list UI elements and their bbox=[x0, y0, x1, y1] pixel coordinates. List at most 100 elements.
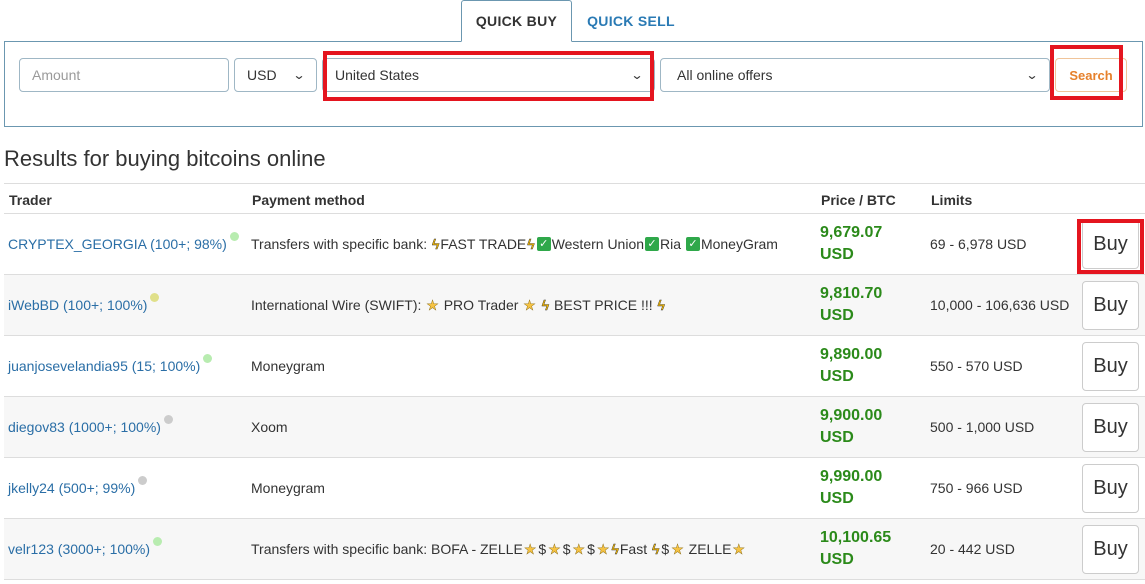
price-currency: USD bbox=[820, 368, 854, 385]
price-value: 9,890.00 bbox=[820, 346, 883, 363]
payment-method-text: Xoom bbox=[251, 419, 288, 435]
trade-tabs: QUICK BUY QUICK SELL bbox=[0, 0, 1145, 42]
chevron-down-icon: ⌄ bbox=[1025, 68, 1039, 82]
lightning-icon: ϟ bbox=[432, 236, 440, 252]
table-row: velr123 (3000+; 100%) Transfers with spec… bbox=[4, 519, 1145, 580]
limits-cell: 20 - 442 USD bbox=[930, 541, 1015, 557]
search-panel: Amount USD ⌄ United States ⌄ All online … bbox=[4, 41, 1143, 127]
star-icon: ★ bbox=[548, 540, 561, 557]
limits-cell: 550 - 570 USD bbox=[930, 358, 1023, 374]
price-currency: USD bbox=[820, 307, 854, 324]
country-select[interactable]: United States ⌄ bbox=[322, 58, 655, 92]
trader-cell: CRYPTEX_GEORGIA (100+; 98%) bbox=[8, 214, 239, 274]
buy-button[interactable]: Buy bbox=[1082, 220, 1139, 269]
payment-method-cell: Transfers with specific bank: BOFA - ZEL… bbox=[251, 519, 746, 579]
payment-method-text: PRO Trader bbox=[439, 297, 523, 313]
star-icon: ★ bbox=[572, 540, 586, 557]
lightning-icon: ϟ bbox=[611, 541, 619, 557]
limits-cell: 10,000 - 106,636 USD bbox=[930, 297, 1070, 313]
payment-method-cell: Xoom bbox=[251, 397, 288, 457]
table-body: CRYPTEX_GEORGIA (100+; 98%) Transfers wit… bbox=[4, 214, 1145, 580]
buy-button[interactable]: Buy bbox=[1082, 403, 1139, 452]
chevron-down-icon: ⌄ bbox=[292, 68, 306, 82]
payment-method-text: MoneyGram bbox=[700, 236, 778, 252]
price-cell: 9,810.70 USD bbox=[820, 275, 882, 335]
star-icon: ★ bbox=[523, 296, 536, 313]
payment-method-text: Fast bbox=[619, 541, 651, 557]
trader-cell: diegov83 (1000+; 100%) bbox=[8, 397, 173, 457]
payment-method-text: FAST TRADE bbox=[440, 236, 527, 252]
payment-method-text: Moneygram bbox=[251, 358, 325, 374]
buy-button[interactable]: Buy bbox=[1082, 464, 1139, 513]
amount-input[interactable]: Amount bbox=[19, 58, 229, 92]
trader-link[interactable]: jkelly24 (500+; 99%) bbox=[8, 480, 135, 496]
dollar-icon: $ bbox=[661, 541, 670, 557]
lightning-icon: ϟ bbox=[527, 236, 535, 252]
trader-link[interactable]: juanjosevelandia95 (15; 100%) bbox=[8, 358, 200, 374]
trader-link[interactable]: CRYPTEX_GEORGIA (100+; 98%) bbox=[8, 236, 227, 252]
payment-method-cell: International Wire (SWIFT): ★ PRO Trader… bbox=[251, 275, 666, 335]
price-cell: 9,990.00 USD bbox=[820, 458, 882, 518]
payment-method-text: Western Union bbox=[551, 236, 645, 252]
country-value: United States bbox=[335, 67, 420, 83]
offers-select[interactable]: All online offers ⌄ bbox=[660, 58, 1050, 92]
check-icon: ✓ bbox=[685, 237, 700, 251]
online-status-dot bbox=[153, 536, 163, 546]
payment-method-text: International Wire (SWIFT): bbox=[251, 297, 426, 313]
price-value: 9,900.00 bbox=[820, 407, 883, 424]
price-cell: 9,679.07 USD bbox=[820, 214, 882, 274]
online-status-dot bbox=[163, 414, 173, 424]
price-value: 10,100.65 bbox=[820, 529, 892, 546]
buy-button[interactable]: Buy bbox=[1082, 342, 1139, 391]
buy-button[interactable]: Buy bbox=[1082, 281, 1139, 330]
check-icon: ✓ bbox=[536, 237, 551, 251]
results-heading: Results for buying bitcoins online bbox=[4, 146, 326, 171]
buy-button[interactable]: Buy bbox=[1082, 525, 1139, 574]
trader-cell: juanjosevelandia95 (15; 100%) bbox=[8, 336, 213, 396]
payment-method-cell: Transfers with specific bank: ϟ FAST TRAD… bbox=[251, 214, 778, 274]
payment-method-text: ZELLE bbox=[684, 541, 732, 557]
search-button[interactable]: Search bbox=[1055, 58, 1127, 92]
star-icon: ★ bbox=[426, 296, 439, 313]
price-currency: USD bbox=[820, 551, 854, 568]
table-row: iWebBD (100+; 100%) International Wire (S… bbox=[4, 275, 1145, 336]
trader-cell: jkelly24 (500+; 99%) bbox=[8, 458, 148, 518]
dollar-icon: $ bbox=[562, 541, 571, 557]
offers-table: Trader Payment method Price / BTC Limits… bbox=[4, 183, 1145, 580]
trader-link[interactable]: velr123 (3000+; 100%) bbox=[8, 541, 150, 557]
payment-method-cell: Moneygram bbox=[251, 458, 325, 518]
star-icon: ★ bbox=[732, 540, 746, 557]
header-trader: Trader bbox=[9, 192, 52, 208]
header-payment: Payment method bbox=[252, 192, 365, 208]
price-value: 9,679.07 bbox=[820, 224, 883, 241]
tab-quick-buy[interactable]: QUICK BUY bbox=[461, 0, 572, 42]
price-cell: 9,890.00 USD bbox=[820, 336, 882, 396]
lightning-icon: ϟ bbox=[541, 297, 550, 313]
lightning-icon: ϟ bbox=[652, 541, 660, 557]
lightning-icon: ϟ bbox=[657, 297, 665, 313]
online-status-dot bbox=[150, 292, 160, 302]
limits-cell: 500 - 1,000 USD bbox=[930, 419, 1035, 435]
price-currency: USD bbox=[820, 429, 854, 446]
payment-method-text: BEST PRICE !!! bbox=[550, 297, 657, 313]
limits-cell: 69 - 6,978 USD bbox=[930, 236, 1027, 252]
payment-method-text: Ria bbox=[660, 236, 685, 252]
trader-link[interactable]: iWebBD (100+; 100%) bbox=[8, 297, 147, 313]
limits-cell: 750 - 966 USD bbox=[930, 480, 1023, 496]
trader-link[interactable]: diegov83 (1000+; 100%) bbox=[8, 419, 161, 435]
table-row: jkelly24 (500+; 99%) Moneygram 9,990.00 USD… bbox=[4, 458, 1145, 519]
offers-value: All online offers bbox=[677, 67, 773, 83]
currency-value: USD bbox=[247, 67, 277, 83]
trader-cell: iWebBD (100+; 100%) bbox=[8, 275, 160, 335]
price-cell: 9,900.00 USD bbox=[820, 397, 882, 457]
star-icon: ★ bbox=[596, 540, 610, 557]
header-price: Price / BTC bbox=[821, 192, 896, 208]
tab-quick-sell[interactable]: QUICK SELL bbox=[572, 0, 690, 42]
currency-select[interactable]: USD ⌄ bbox=[234, 58, 317, 92]
price-cell: 10,100.65 USD bbox=[820, 519, 891, 579]
payment-method-text bbox=[537, 297, 541, 313]
price-currency: USD bbox=[820, 246, 854, 263]
price-currency: USD bbox=[820, 490, 854, 507]
table-header: Trader Payment method Price / BTC Limits bbox=[4, 183, 1145, 214]
chevron-down-icon: ⌄ bbox=[630, 68, 644, 82]
